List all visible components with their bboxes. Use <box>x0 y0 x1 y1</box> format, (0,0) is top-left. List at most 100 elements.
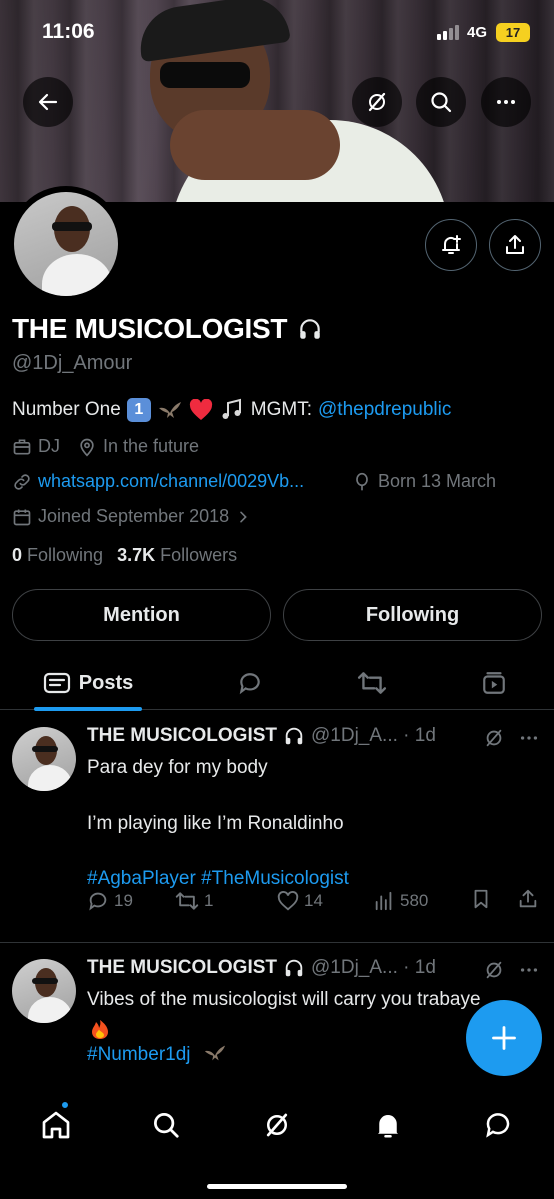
post-hashtags[interactable]: #AgbaPlayer #TheMusicologist <box>87 865 349 892</box>
reply-icon <box>89 892 107 911</box>
post-hashtag-row: #Number1dj <box>87 1041 228 1068</box>
reply-button[interactable]: 19 <box>87 890 133 912</box>
active-tab-indicator <box>34 707 142 711</box>
more-icon[interactable] <box>518 727 540 749</box>
chevron-right-icon <box>240 511 247 522</box>
tab-reposts[interactable] <box>350 656 394 710</box>
location-icon <box>80 438 94 457</box>
profile-category: DJ <box>12 436 60 457</box>
compose-button[interactable] <box>466 1000 542 1076</box>
nav-search[interactable] <box>146 1105 186 1145</box>
views-button[interactable]: 580 <box>373 890 428 912</box>
tab-media[interactable] <box>472 656 516 710</box>
grok-icon[interactable] <box>483 959 505 981</box>
following-label: Following <box>27 545 104 565</box>
post-author-name[interactable]: THE MUSICOLOGIST <box>87 957 277 979</box>
bookmark-button[interactable] <box>470 888 492 915</box>
followers-count-link[interactable]: 3.7K Followers <box>117 545 237 566</box>
fire-emoji-icon <box>92 1020 108 1039</box>
search-button[interactable] <box>416 77 466 127</box>
status-bar: 11:06 4G 17 <box>0 0 554 60</box>
banner-hands <box>170 110 340 180</box>
network-type: 4G <box>467 24 488 41</box>
balloon-icon <box>356 472 368 490</box>
repost-icon <box>175 892 199 910</box>
reply-icon <box>239 673 260 695</box>
following-count-link[interactable]: 0 Following <box>12 545 103 566</box>
post-item[interactable]: THE MUSICOLOGIST @1Dj_A... · 1d Vibes of… <box>0 944 554 1087</box>
post-avatar[interactable] <box>12 727 76 791</box>
signal-icon <box>437 25 459 40</box>
like-button[interactable]: 14 <box>277 890 323 912</box>
share-icon <box>506 235 524 254</box>
banner-shades <box>160 62 250 88</box>
bio-text: Number One <box>12 399 121 420</box>
posts-icon <box>43 672 70 694</box>
notifications-icon <box>378 1115 398 1138</box>
link-icon <box>14 473 30 490</box>
profile-handle: @1Dj_Amour <box>12 352 133 374</box>
red-heart-icon <box>189 399 212 420</box>
post-divider <box>0 942 554 943</box>
share-profile-button[interactable] <box>489 219 541 271</box>
repost-count: 1 <box>204 891 214 910</box>
profile-website[interactable]: whatsapp.com/channel/0029Vb... <box>12 471 304 492</box>
post-handle-time: @1Dj_A... · 1d <box>311 957 436 978</box>
post-header: THE MUSICOLOGIST @1Dj_A... · 1d <box>87 725 436 747</box>
headphones-icon <box>285 727 303 745</box>
view-count: 580 <box>400 891 429 910</box>
post-avatar[interactable] <box>12 959 76 1023</box>
bio-mgmt-label: MGMT: <box>250 399 312 420</box>
music-notes-icon <box>222 398 241 419</box>
post-header: THE MUSICOLOGIST @1Dj_A... · 1d <box>87 957 436 979</box>
post-item[interactable]: THE MUSICOLOGIST @1Dj_A... · 1d Para dey… <box>0 713 554 942</box>
views-icon <box>375 891 392 911</box>
more-icon[interactable] <box>518 959 540 981</box>
profile-joined[interactable]: Joined September 2018 <box>12 506 251 527</box>
media-icon <box>483 672 505 694</box>
following-button[interactable]: Following <box>283 589 542 641</box>
share-icon <box>519 889 537 907</box>
mention-button[interactable]: Mention <box>12 589 271 641</box>
repost-button[interactable]: 1 <box>175 890 213 912</box>
notify-button[interactable] <box>425 219 477 271</box>
profile-avatar-image <box>14 192 118 296</box>
profile-avatar[interactable] <box>8 186 124 302</box>
grok-button[interactable] <box>352 77 402 127</box>
tab-replies[interactable] <box>228 656 272 710</box>
profile-tabs: Posts <box>0 656 554 711</box>
post-hashtags[interactable]: #Number1dj <box>87 1044 191 1065</box>
grok-icon <box>266 1113 288 1137</box>
eagle-icon <box>204 1045 225 1061</box>
search-icon <box>431 92 452 113</box>
home-indicator <box>207 1184 347 1189</box>
profile-name: THE MUSICOLOGIST <box>12 313 288 344</box>
tab-posts[interactable]: Posts <box>34 656 142 710</box>
nav-grok[interactable] <box>257 1105 297 1145</box>
nav-home[interactable] <box>36 1105 76 1145</box>
more-options-button[interactable] <box>481 77 531 127</box>
nav-messages[interactable] <box>478 1105 518 1145</box>
bio-mgmt-link[interactable]: @thepdrepublic <box>318 399 451 421</box>
grok-icon[interactable] <box>483 727 505 749</box>
bookmark-icon <box>474 889 488 908</box>
more-icon <box>497 100 515 104</box>
profile-name-row: THE MUSICOLOGIST <box>12 313 323 345</box>
location-text: In the future <box>103 436 200 456</box>
nav-notifications[interactable] <box>368 1105 408 1145</box>
followers-count: 3.7K <box>117 545 156 565</box>
following-count: 0 <box>12 545 23 565</box>
website-link[interactable]: whatsapp.com/channel/0029Vb... <box>38 471 304 492</box>
bottom-nav <box>0 1087 554 1199</box>
back-button[interactable] <box>23 77 73 127</box>
search-icon <box>154 1113 179 1138</box>
share-post-button[interactable] <box>517 888 539 915</box>
profile-birthday: Born 13 March <box>352 471 496 492</box>
profile-location: In the future <box>77 436 199 457</box>
home-unread-dot <box>60 1100 70 1110</box>
category-text: DJ <box>38 436 60 456</box>
back-arrow-icon <box>38 93 58 111</box>
reply-count: 19 <box>114 891 133 910</box>
headphones-icon <box>300 319 320 339</box>
post-author-name[interactable]: THE MUSICOLOGIST <box>87 725 277 747</box>
